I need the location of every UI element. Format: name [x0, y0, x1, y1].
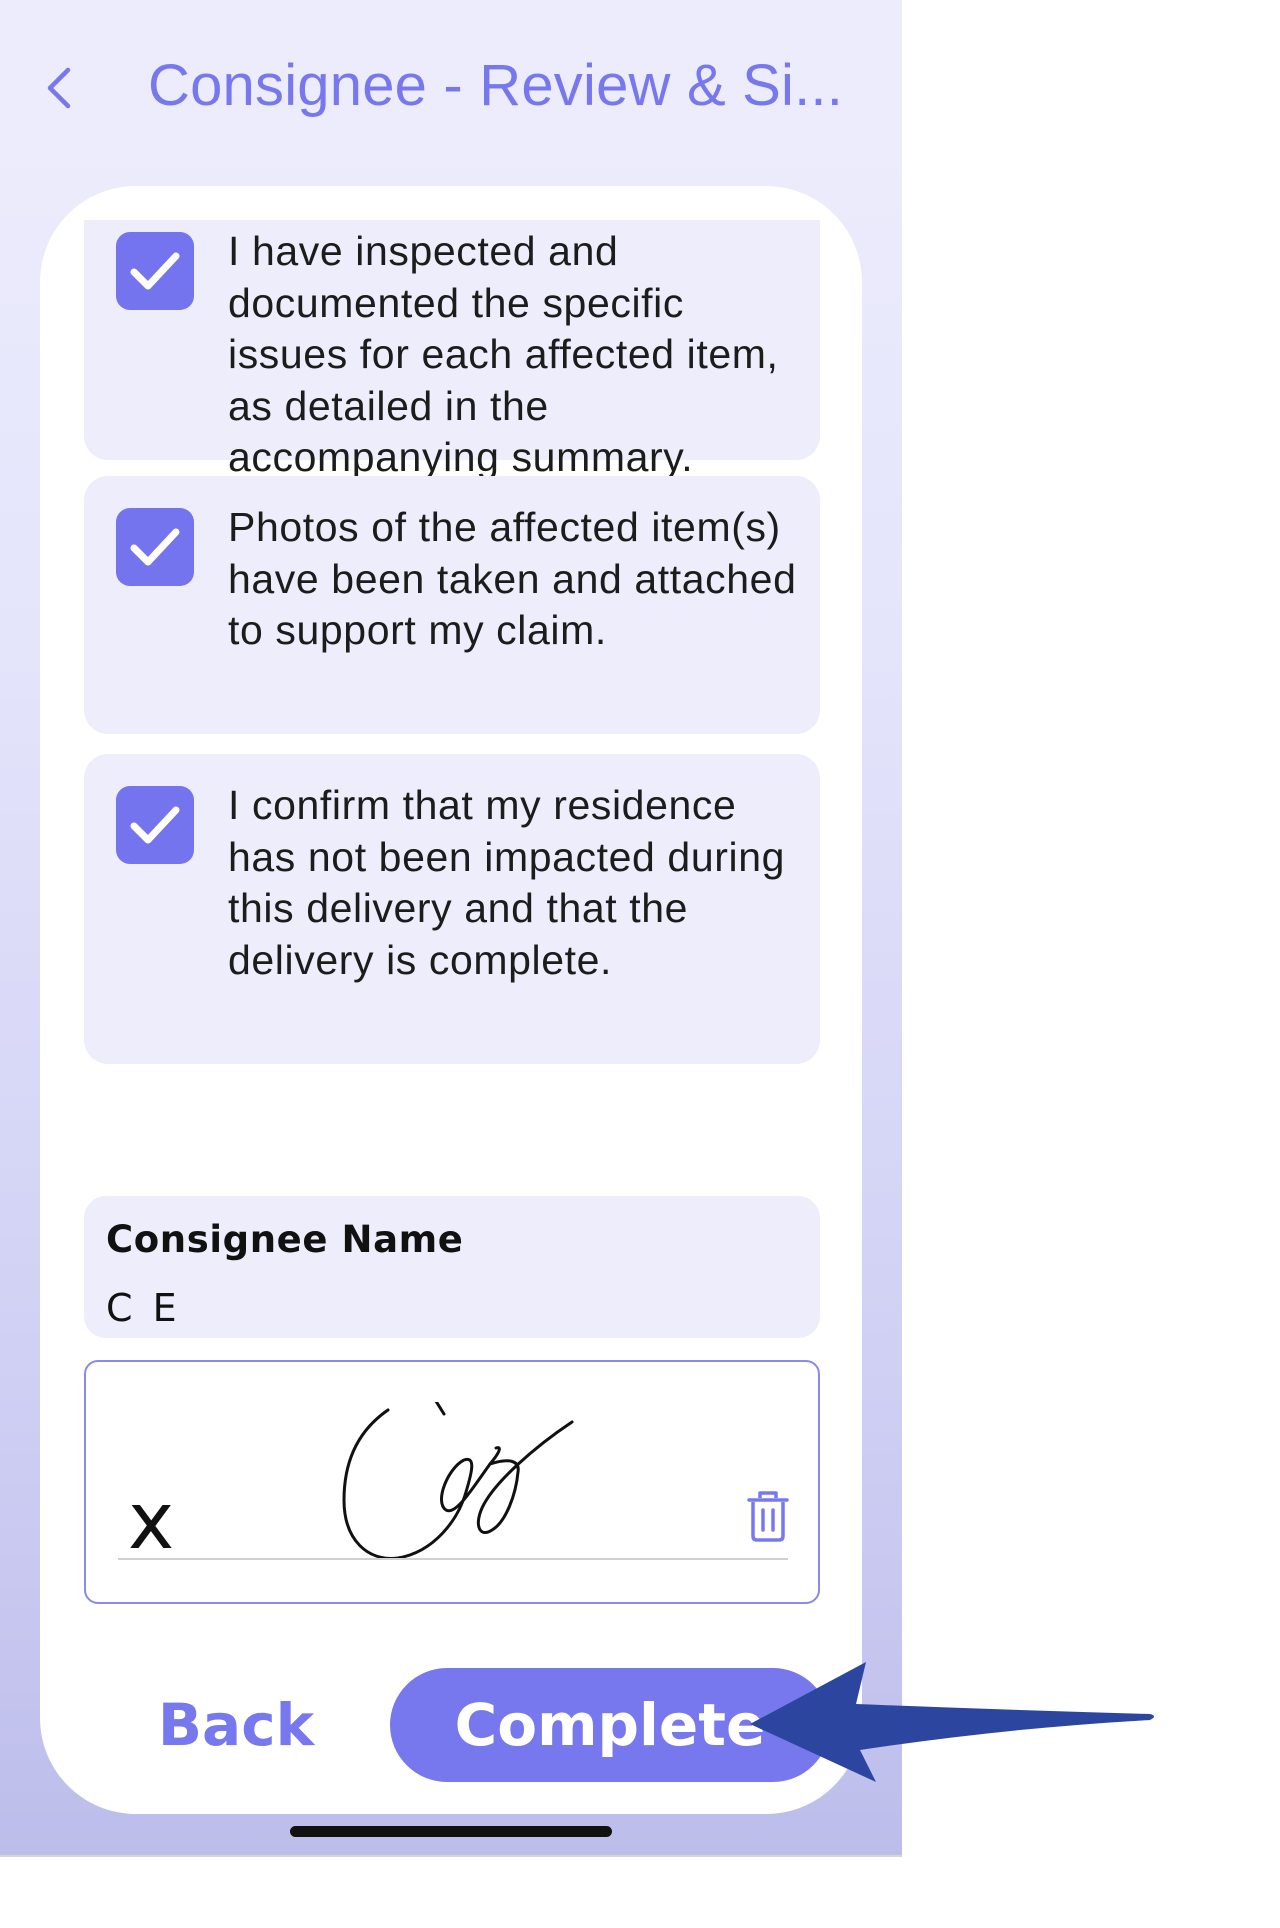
checklist-item-text: Photos of the affected item(s) have been… — [228, 504, 797, 653]
checklist-item-text: I have inspected and documented the spec… — [228, 228, 779, 480]
home-indicator — [290, 1826, 612, 1837]
checkmark-icon — [130, 806, 180, 844]
checkmark-icon — [130, 528, 180, 566]
signature-marker: x — [128, 1482, 174, 1558]
annotation-arrow-icon — [750, 1662, 1154, 1782]
checkbox-inspection[interactable] — [116, 232, 194, 310]
consignee-name-field[interactable]: Consignee Name C E — [84, 1196, 820, 1338]
chevron-left-icon[interactable] — [40, 64, 80, 112]
screenshot-bottom-edge — [0, 1855, 902, 1857]
signature-baseline — [118, 1558, 788, 1560]
svg-text:x: x — [128, 1482, 174, 1558]
checklist-item-photos[interactable]: Photos of the affected item(s) have been… — [84, 476, 820, 734]
checklist-item-text: I confirm that my residence has not been… — [228, 782, 786, 983]
consignee-name-value: C E — [106, 1286, 181, 1330]
checklist-scroll-area[interactable]: I have inspected and documented the spec… — [40, 220, 862, 1254]
checklist-item-residence[interactable]: I confirm that my residence has not been… — [84, 754, 820, 1064]
app-screen: Consignee - Review & Si... I have inspec… — [0, 0, 902, 1855]
consignee-name-label: Consignee Name — [106, 1218, 464, 1261]
signature-drawing — [342, 1402, 574, 1560]
checklist-item-inspection[interactable]: I have inspected and documented the spec… — [84, 220, 820, 480]
review-card: I have inspected and documented the spec… — [40, 186, 862, 1814]
checkbox-residence[interactable] — [116, 786, 194, 864]
checkbox-photos[interactable] — [116, 508, 194, 586]
trash-icon[interactable] — [746, 1490, 790, 1542]
page-title: Consignee - Review & Si... — [148, 53, 844, 118]
top-bar: Consignee - Review & Si... — [0, 0, 902, 160]
checkmark-icon — [130, 252, 180, 290]
signature-pad[interactable]: x — [84, 1360, 820, 1604]
back-button[interactable]: Back — [120, 1670, 352, 1780]
